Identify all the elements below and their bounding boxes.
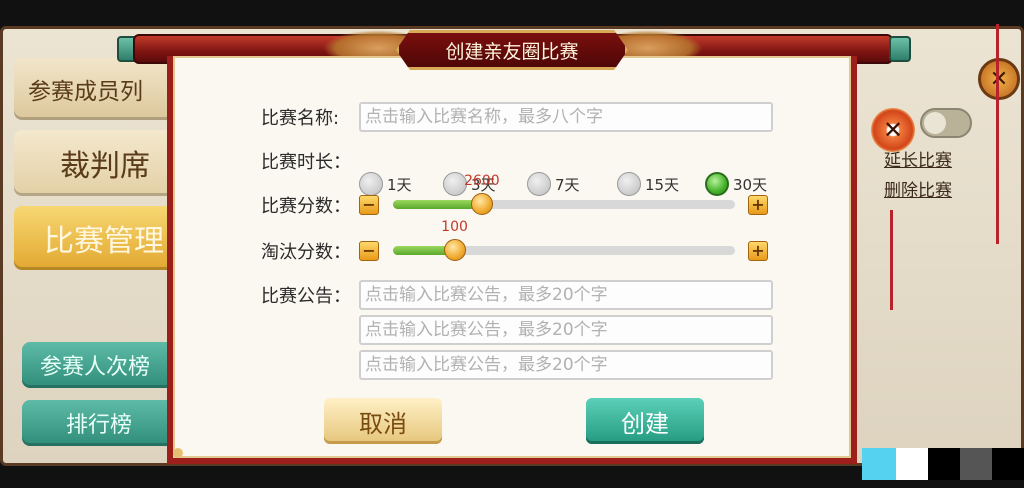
tab-members[interactable]: 参赛成员列 xyxy=(14,58,184,120)
elimination-slider[interactable]: 100 xyxy=(393,219,735,261)
tassel-decoration xyxy=(996,24,999,244)
duration-option-label: 30天 xyxy=(733,175,768,194)
tassel-decoration xyxy=(890,210,893,310)
score-slider[interactable]: 2600 xyxy=(393,173,735,215)
score-slider-thumb[interactable] xyxy=(470,193,493,215)
duration-option-label: 15天 xyxy=(645,175,680,194)
duration-option-label: 1天 xyxy=(387,175,412,194)
create-match-dialog: 比赛名称: 比赛时长： 1天3天7天15天30天 比赛分数： − 2600 + … xyxy=(117,30,911,466)
color-strip-block xyxy=(992,448,1024,480)
duration-option-label: 7天 xyxy=(555,175,580,194)
announcement-input-2[interactable] xyxy=(359,315,773,345)
color-strip-block xyxy=(928,448,960,480)
score-value: 2600 xyxy=(464,173,500,189)
elimination-plus-button[interactable]: + xyxy=(748,241,768,261)
duration-option-1[interactable]: 1天 xyxy=(359,172,412,196)
tab-leaderboard-label: 排行榜 xyxy=(66,413,133,438)
match-name-input[interactable] xyxy=(359,102,773,132)
score-slider-fill xyxy=(393,200,482,209)
background-close-icon[interactable]: ✕ xyxy=(978,58,1020,100)
color-strip-block xyxy=(896,448,928,480)
announcement-label: 比赛公告： xyxy=(261,286,351,307)
dialog-corner-ornament xyxy=(173,448,183,458)
color-strip-block xyxy=(862,448,896,480)
tab-match-management[interactable]: 比赛管理 xyxy=(14,206,184,270)
radio-button-icon[interactable] xyxy=(617,172,641,196)
delete-match-link[interactable]: 删除比赛 xyxy=(884,176,952,201)
tab-match-management-label: 比赛管理 xyxy=(44,224,164,259)
color-strip-block xyxy=(960,448,992,480)
create-button[interactable]: 创建 xyxy=(586,398,704,444)
duration-option-3[interactable]: 7天 xyxy=(527,172,580,196)
background-toggle[interactable] xyxy=(920,108,972,138)
scroll-cap-right xyxy=(889,36,911,62)
radio-button-icon[interactable] xyxy=(705,172,729,196)
close-icon[interactable]: ✕ xyxy=(871,108,915,152)
match-name-label: 比赛名称: xyxy=(261,108,340,129)
radio-button-icon[interactable] xyxy=(527,172,551,196)
match-duration-label: 比赛时长： xyxy=(261,152,351,173)
score-minus-button[interactable]: − xyxy=(359,195,379,215)
announcement-input-3[interactable] xyxy=(359,350,773,380)
duration-option-5[interactable]: 30天 xyxy=(705,172,767,196)
score-plus-button[interactable]: + xyxy=(748,195,768,215)
cancel-button[interactable]: 取消 xyxy=(324,398,442,444)
tab-referee-label: 裁判席 xyxy=(60,149,150,184)
dialog-body: 比赛名称: 比赛时长： 1天3天7天15天30天 比赛分数： − 2600 + … xyxy=(167,56,857,464)
match-score-label: 比赛分数： xyxy=(261,196,351,217)
elimination-value: 100 xyxy=(441,219,468,235)
elimination-minus-button[interactable]: − xyxy=(359,241,379,261)
duration-option-4[interactable]: 15天 xyxy=(617,172,679,196)
tab-members-label: 参赛成员列 xyxy=(28,79,143,105)
announcement-input-1[interactable] xyxy=(359,280,773,310)
elimination-score-label: 淘汰分数： xyxy=(261,242,351,263)
dialog-title: 创建亲友圈比赛 xyxy=(396,30,628,70)
radio-button-icon[interactable] xyxy=(359,172,383,196)
tab-participation-label: 参赛人次榜 xyxy=(40,355,151,380)
tab-referee[interactable]: 裁判席 xyxy=(14,130,184,196)
elimination-slider-thumb[interactable] xyxy=(443,239,466,261)
